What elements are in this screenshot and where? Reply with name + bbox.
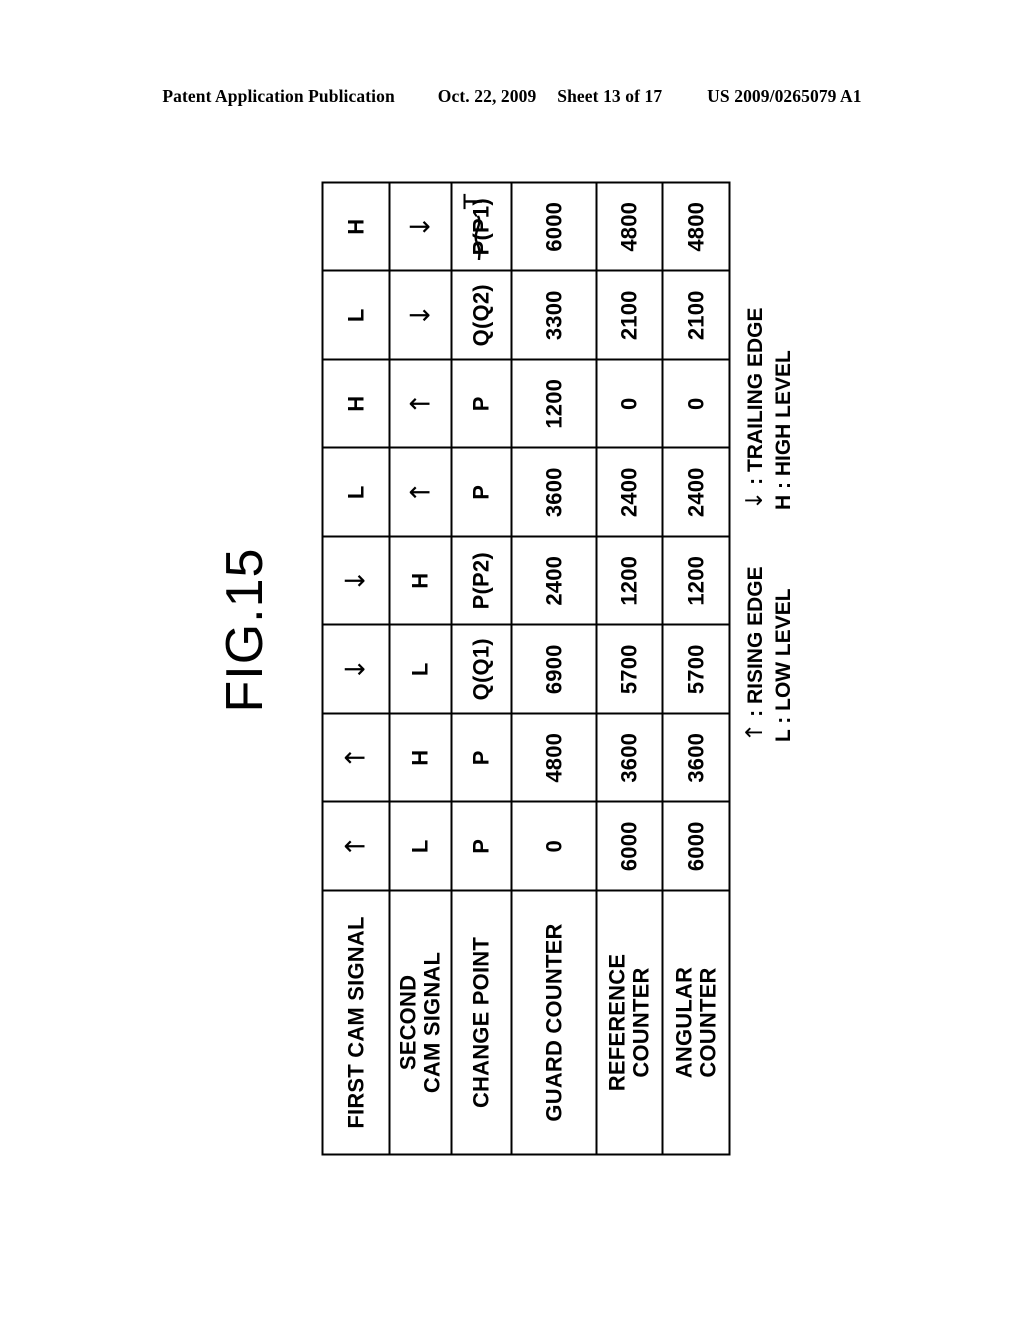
cell-first-cam-5: L (322, 447, 390, 536)
figure-label: FIG.15 (216, 547, 274, 713)
table-row: REFERENCE COUNTER 6000 3600 5700 1200 24… (596, 182, 663, 1154)
cell-second-cam-1: L (389, 801, 452, 890)
edge-glyph: ↑ (340, 834, 372, 858)
table-row: ANGULAR COUNTER 6000 3600 5700 1200 2400… (662, 182, 730, 1154)
cell-second-cam-6: ↑ (389, 359, 452, 448)
cell-change-point-7: Q(Q2) (451, 270, 512, 359)
row-label-line: GUARD COUNTER (541, 922, 567, 1122)
cell-guard-counter-6: 1200 (511, 359, 597, 448)
legend-low-level: L : LOW LEVEL (772, 588, 795, 742)
legend-rising-edge-text: : RISING EDGE (744, 566, 767, 717)
cell-reference-counter-4: 1200 (596, 536, 663, 625)
legend-trailing-edge: ↓ : TRAILING EDGE (742, 308, 768, 510)
cell-reference-counter-5: 2400 (596, 447, 663, 536)
cell-first-cam-3: ↓ (322, 624, 390, 713)
row-label-line: REFERENCE (604, 953, 630, 1091)
cell-angular-counter-3: 5700 (662, 624, 730, 713)
row-label-change-point: CHANGE POINT (451, 890, 512, 1154)
cell-guard-counter-5: 3600 (511, 447, 597, 536)
sheet-number: Sheet 13 of 17 (557, 86, 663, 106)
cell-second-cam-8: ↓ (389, 182, 452, 271)
cell-angular-counter-4: 1200 (662, 536, 730, 625)
cell-reference-counter-7: 2100 (596, 270, 663, 359)
row-label-line: ANGULAR (671, 966, 697, 1078)
trailing-edge-icon: ↓ (742, 490, 768, 510)
cell-guard-counter-2: 4800 (511, 713, 597, 802)
cell-angular-counter-5: 2400 (662, 447, 730, 536)
cell-change-point-2: P (451, 713, 512, 802)
cell-first-cam-7: L (322, 270, 390, 359)
row-label-line: SECOND (395, 974, 421, 1070)
cell-first-cam-1: ↑ (322, 801, 390, 890)
cell-change-point-5: P (451, 447, 512, 536)
edge-glyph: ↓ (340, 568, 372, 592)
edge-glyph: ↑ (340, 745, 372, 769)
cell-change-point-6: P (451, 359, 512, 448)
cell-guard-counter-8: 6000 (511, 182, 597, 271)
cell-first-cam-4: ↓ (322, 536, 390, 625)
rising-edge-icon: ↑ (742, 722, 768, 742)
row-label-reference-counter: REFERENCE COUNTER (596, 890, 663, 1154)
cell-angular-counter-2: 3600 (662, 713, 730, 802)
cell-second-cam-4: H (389, 536, 452, 625)
cell-change-point-3: Q(Q1) (451, 624, 512, 713)
row-label-line: CAM SIGNAL (419, 951, 445, 1093)
cell-guard-counter-7: 3300 (511, 270, 597, 359)
edge-glyph: ↓ (405, 214, 436, 238)
legend-high-level: H : HIGH LEVEL (772, 350, 795, 510)
edge-glyph: ↓ (340, 657, 372, 681)
table-row: SECOND CAM SIGNAL L H L H ↑ ↑ ↓ ↓ (389, 182, 452, 1154)
row-label-line: CHANGE POINT (468, 936, 494, 1108)
patent-header: Patent Application Publication Oct. 22, … (0, 86, 1024, 107)
patent-number: US 2009/0265079 A1 (707, 86, 862, 106)
cell-reference-counter-2: 3600 (596, 713, 663, 802)
edge-glyph: ↑ (405, 391, 436, 415)
cell-angular-counter-6: 0 (662, 359, 730, 448)
cell-second-cam-2: H (389, 713, 452, 802)
row-label-line: COUNTER (695, 966, 720, 1078)
legend-trailing-edge-text: : TRAILING EDGE (744, 307, 767, 485)
figure-table-container: FIRST CAM SIGNAL ↑ ↑ ↓ ↓ L H L H SECOND … (322, 182, 730, 1155)
cell-angular-counter-8: 4800 (662, 182, 730, 271)
row-label-first-cam-signal: FIRST CAM SIGNAL (322, 890, 390, 1154)
table-row: FIRST CAM SIGNAL ↑ ↑ ↓ ↓ L H L H (322, 182, 390, 1154)
cell-change-point-1: P (451, 801, 512, 890)
publication-label: Patent Application Publication (162, 86, 395, 106)
cell-reference-counter-1: 6000 (596, 801, 663, 890)
row-label-angular-counter: ANGULAR COUNTER (662, 890, 730, 1154)
legend-rising-edge: ↑ : RISING EDGE (742, 566, 768, 742)
table-row: CHANGE POINT P P Q(Q1) P(P2) P P Q(Q2) P… (451, 182, 512, 1154)
cell-guard-counter-1: 0 (511, 801, 597, 890)
cell-second-cam-5: ↑ (389, 447, 452, 536)
cell-angular-counter-1: 6000 (662, 801, 730, 890)
cell-guard-counter-4: 2400 (511, 536, 597, 625)
edge-glyph: ↑ (405, 480, 436, 504)
cell-reference-counter-3: 5700 (596, 624, 663, 713)
cell-second-cam-7: ↓ (389, 270, 452, 359)
row-label-second-cam-signal: SECOND CAM SIGNAL (389, 890, 452, 1154)
cell-guard-counter-3: 6900 (511, 624, 597, 713)
signal-timing-table: FIRST CAM SIGNAL ↑ ↑ ↓ ↓ L H L H SECOND … (322, 181, 731, 1155)
cell-first-cam-2: ↑ (322, 713, 390, 802)
cell-change-point-8: P(P1) (451, 182, 512, 271)
cell-change-point-4: P(P2) (451, 536, 512, 625)
cell-reference-counter-8: 4800 (596, 182, 663, 271)
legend: ↑ : RISING EDGE L : LOW LEVEL ↓ : TRAILI… (742, 308, 942, 742)
row-label-line: FIRST CAM SIGNAL (343, 915, 369, 1129)
table-row: GUARD COUNTER 0 4800 6900 2400 3600 1200… (511, 182, 597, 1154)
publication-date: Oct. 22, 2009 (437, 86, 537, 106)
cell-second-cam-3: L (389, 624, 452, 713)
cell-angular-counter-7: 2100 (662, 270, 730, 359)
row-label-guard-counter: GUARD COUNTER (511, 890, 597, 1154)
edge-glyph: ↓ (405, 303, 436, 327)
cell-first-cam-8: H (322, 182, 390, 271)
row-label-line: COUNTER (628, 966, 654, 1078)
cell-reference-counter-6: 0 (596, 359, 663, 448)
cell-first-cam-6: H (322, 359, 390, 448)
